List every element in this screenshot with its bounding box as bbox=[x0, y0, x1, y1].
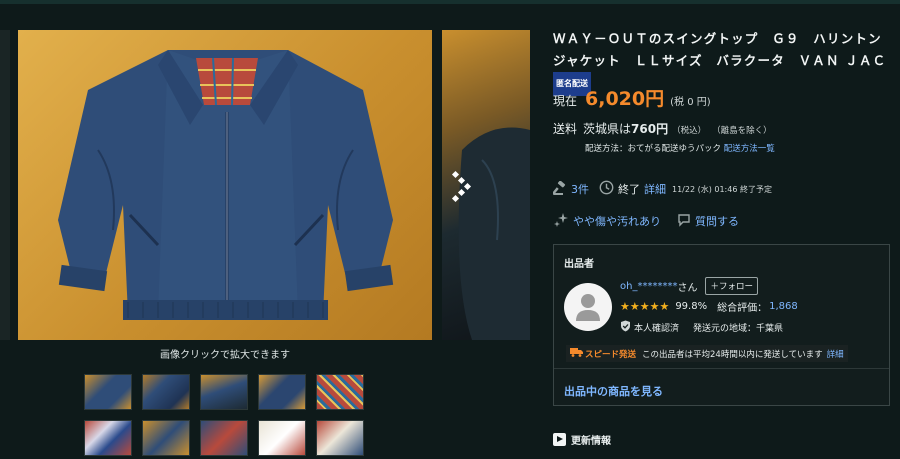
seller-name-row: oh_******** さん ＋フォロー bbox=[620, 277, 758, 295]
play-icon bbox=[553, 433, 566, 446]
speed-shipping-details-link[interactable]: 詳細 bbox=[827, 348, 844, 360]
gavel-icon bbox=[551, 180, 567, 198]
see-seller-items-link[interactable]: 出品中の商品を見る bbox=[564, 383, 663, 399]
total-rating-label: 総合評価： bbox=[717, 303, 768, 314]
auction-status-row: 3件 終了 詳細 11/22 (水) 01:46 終了予定 bbox=[551, 180, 772, 198]
current-price: 6,020円 bbox=[585, 88, 665, 110]
item-title-text: ＷＡＹ－ＯＵＴのスイングトップ Ｇ９ ハリントンジャケット ＬＬサイズ バラクー… bbox=[553, 31, 887, 68]
price-label: 現在 bbox=[553, 94, 578, 108]
condition-link[interactable]: やや傷や汚れあり bbox=[573, 213, 661, 229]
price-row: 現在 6,020円 (税 0 円) bbox=[553, 84, 711, 110]
auction-status: 終了 bbox=[618, 183, 640, 196]
ship-from-region: 発送元の地域：千葉県 bbox=[693, 324, 784, 334]
positive-rate: 99.8% bbox=[675, 301, 708, 312]
thumbnail-3[interactable] bbox=[200, 374, 248, 410]
shipping-method-list-link[interactable]: 配送方法一覧 bbox=[724, 144, 775, 154]
thumbnail-5[interactable] bbox=[316, 374, 364, 410]
update-info-label: 更新情報 bbox=[571, 436, 611, 447]
thumbnail-2[interactable] bbox=[142, 374, 190, 410]
shipping-row: 送料 茨城県は 760円 （税込） （離島を除く） bbox=[553, 120, 772, 137]
identity-verified: 本人確認済 bbox=[634, 324, 680, 334]
ask-question-link[interactable]: 質問する bbox=[695, 213, 739, 229]
auction-details-link[interactable]: 詳細 bbox=[644, 181, 666, 197]
rating-stars-icon: ★★★★★ bbox=[620, 300, 670, 313]
bid-count-link[interactable]: 3件 bbox=[571, 181, 589, 197]
shipping-fee: 760円 bbox=[631, 122, 669, 136]
shipping-note: （離島を除く） bbox=[712, 126, 772, 136]
shipping-destination: 茨城県は bbox=[583, 122, 632, 136]
thumbnail-7[interactable] bbox=[142, 420, 190, 456]
jacket-photo bbox=[58, 50, 394, 320]
sparkle-icon bbox=[553, 212, 569, 231]
seller-card: 出品者 oh_******** さん ＋フォロー ★★★★★ 99.8% 総合評… bbox=[553, 244, 890, 406]
image-gallery: 画像クリックで拡大できます bbox=[0, 0, 540, 459]
update-info-toggle[interactable]: 更新情報 bbox=[553, 432, 611, 447]
thumbnail-10[interactable] bbox=[316, 420, 364, 456]
clock-icon bbox=[599, 180, 614, 198]
seller-avatar[interactable] bbox=[564, 283, 612, 331]
rating-row: ★★★★★ 99.8% 総合評価： 1,868 bbox=[620, 299, 798, 314]
speed-shipping-row: スピード発送 この出品者は平均24時間以内に発送しています 詳細 bbox=[566, 345, 848, 362]
total-rating-link[interactable]: 1,868 bbox=[769, 301, 798, 312]
image-caption: 画像クリックで拡大できます bbox=[160, 350, 290, 361]
next-image-arrow-icon[interactable] bbox=[451, 170, 477, 204]
thumbnail-6[interactable] bbox=[84, 420, 132, 456]
seller-divider bbox=[554, 368, 889, 369]
shipping-tax: （税込） bbox=[672, 126, 707, 136]
speed-shipping-text: この出品者は平均24時間以内に発送しています bbox=[642, 349, 823, 360]
seller-name-link[interactable]: oh_******** bbox=[620, 281, 677, 292]
speed-shipping-tag: スピード発送 bbox=[585, 349, 637, 360]
thumbnail-8[interactable] bbox=[200, 420, 248, 456]
shipping-method-row: 配送方法：おてがる配送ゆうパック 配送方法一覧 bbox=[585, 142, 775, 154]
main-product-photo[interactable] bbox=[18, 30, 432, 340]
shipping-label: 送料 bbox=[553, 122, 578, 136]
condition-row: やや傷や汚れあり 質問する bbox=[553, 212, 739, 230]
thumbnail-grid bbox=[84, 374, 374, 459]
truck-icon bbox=[570, 347, 583, 360]
price-tax: (税 0 円) bbox=[670, 97, 711, 108]
seller-honorific: さん bbox=[677, 282, 698, 294]
speech-bubble-icon bbox=[677, 213, 691, 230]
shipping-method: 配送方法：おてがる配送ゆうパック bbox=[585, 144, 722, 154]
auction-end-time: 11/22 (水) 01:46 終了予定 bbox=[672, 184, 772, 194]
previous-photo-strip[interactable] bbox=[0, 30, 10, 340]
seller-heading: 出品者 bbox=[564, 259, 594, 270]
verification-row: 本人確認済 発送元の地域：千葉県 bbox=[620, 320, 783, 335]
user-silhouette-icon bbox=[576, 294, 600, 321]
thumbnail-4[interactable] bbox=[258, 374, 306, 410]
follow-button[interactable]: ＋フォロー bbox=[705, 277, 758, 295]
shield-check-icon bbox=[620, 320, 631, 335]
item-info-panel: ＷＡＹ－ＯＵＴのスイングトップ Ｇ９ ハリントンジャケット ＬＬサイズ バラクー… bbox=[551, 0, 900, 459]
thumbnail-1[interactable] bbox=[84, 374, 132, 410]
thumbnail-9[interactable] bbox=[258, 420, 306, 456]
